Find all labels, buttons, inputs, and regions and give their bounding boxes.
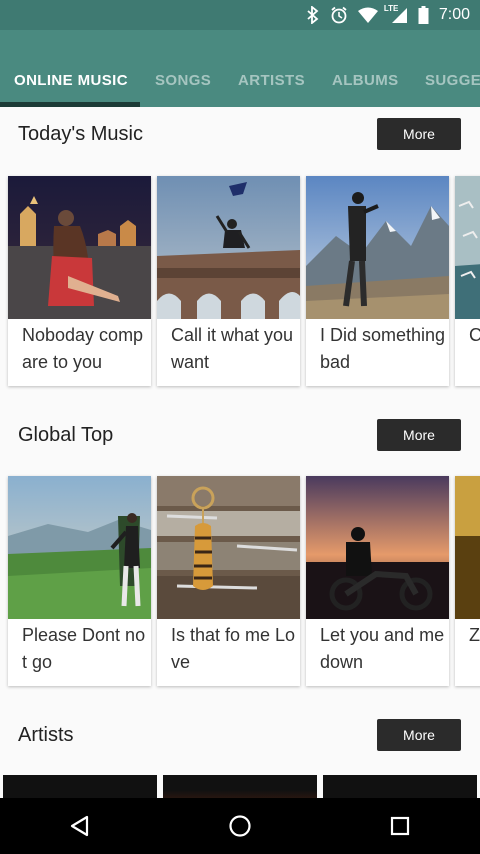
card-caption: I Did something bad <box>320 325 446 372</box>
status-time: 7:00 <box>438 6 470 23</box>
music-card[interactable]: Call it what you want <box>157 176 300 386</box>
home-icon <box>229 815 251 837</box>
artist-tile[interactable] <box>323 775 477 798</box>
tab-suggestions[interactable]: SUGGES <box>425 72 480 89</box>
back-icon <box>70 815 89 837</box>
tab-songs[interactable]: SONGS <box>155 72 211 89</box>
music-card[interactable]: Let you and me down <box>306 476 449 686</box>
music-card[interactable]: Is that fo me Love <box>157 476 300 686</box>
album-art <box>455 476 480 619</box>
card-caption: Is that fo me Love <box>171 625 296 672</box>
section-title-todays-music: Today's Music <box>18 123 143 145</box>
online-music-content[interactable]: Today's Music More Noboday compare to yo… <box>0 107 480 798</box>
todays-music-more-button[interactable]: More <box>377 118 461 150</box>
music-card[interactable]: Please Dont not go <box>8 476 151 686</box>
artists-more-button[interactable]: More <box>377 719 461 751</box>
alarm-icon <box>330 6 348 24</box>
music-card[interactable]: Z p <box>455 476 480 686</box>
home-button[interactable] <box>210 798 270 854</box>
tab-artists[interactable]: ARTISTS <box>238 72 305 89</box>
back-button[interactable] <box>50 798 110 854</box>
album-art <box>157 176 300 319</box>
album-art <box>306 476 449 619</box>
status-bar: LTE 7:00 <box>0 0 480 30</box>
card-caption: C h <box>469 325 480 345</box>
card-caption: Let you and me down <box>320 625 445 672</box>
bluetooth-icon <box>306 6 320 24</box>
album-art <box>157 476 300 619</box>
music-card[interactable]: C h <box>455 176 480 386</box>
wifi-icon <box>357 7 378 23</box>
music-card[interactable]: Noboday compare to you <box>8 176 151 386</box>
section-title-global-top: Global Top <box>18 424 114 446</box>
recents-icon <box>390 816 410 836</box>
card-caption: Z p <box>469 625 480 645</box>
tab-albums[interactable]: ALBUMS <box>332 72 399 89</box>
music-card[interactable]: I Did something bad <box>306 176 449 386</box>
album-art <box>8 176 151 319</box>
artist-tile[interactable] <box>163 775 317 798</box>
network-type-label: LTE <box>383 4 399 13</box>
album-art <box>455 176 480 319</box>
global-top-more-button[interactable]: More <box>377 419 461 451</box>
tab-online-music[interactable]: ONLINE MUSIC <box>14 72 128 89</box>
artist-tile[interactable] <box>3 775 157 798</box>
signal-icon: LTE <box>384 4 408 24</box>
album-art <box>306 176 449 319</box>
album-art <box>8 476 151 619</box>
card-caption: Call it what you want <box>171 325 294 372</box>
card-caption: Noboday compare to you <box>22 325 144 372</box>
card-caption: Please Dont not go <box>22 625 146 672</box>
tab-bar: ONLINE MUSIC SONGS ARTISTS ALBUMS SUGGES <box>0 30 480 107</box>
battery-icon <box>418 6 429 24</box>
section-title-artists: Artists <box>18 724 74 746</box>
recents-button[interactable] <box>370 798 430 854</box>
navigation-bar <box>0 798 480 854</box>
